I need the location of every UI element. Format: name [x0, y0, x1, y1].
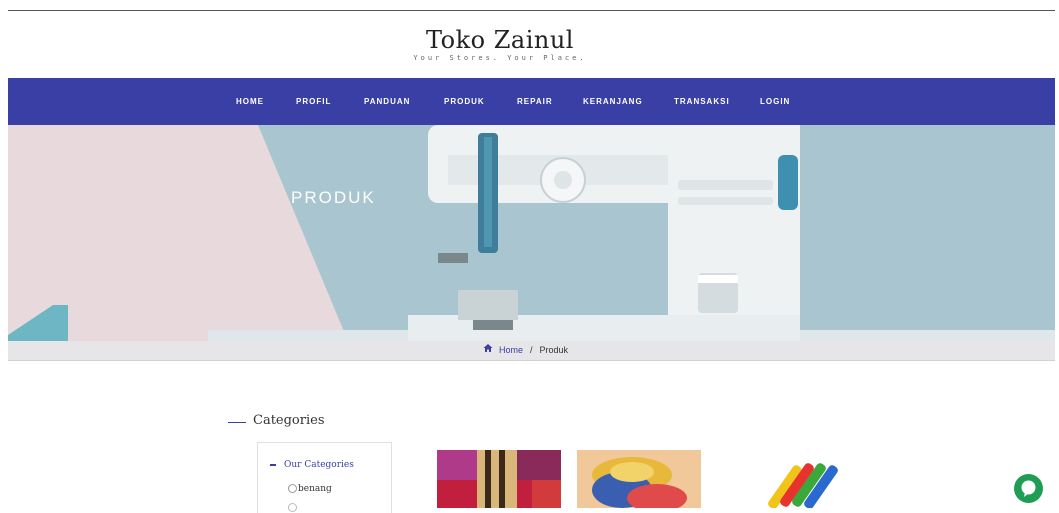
- nav-keranjang[interactable]: KERANJANG: [583, 78, 643, 125]
- categories-panel: Our Categories benang: [257, 442, 392, 513]
- colored-pencils-image: [740, 450, 840, 508]
- categories-heading-rule: [228, 422, 246, 423]
- nav-repair[interactable]: REPAIR: [517, 78, 553, 125]
- nav-login[interactable]: LOGIN: [760, 78, 790, 125]
- site-tagline: Your Stores. Your Place.: [413, 54, 587, 62]
- categories-heading: Categories: [253, 413, 325, 428]
- category-root-item[interactable]: Our Categories: [270, 460, 354, 470]
- nav-transaksi[interactable]: TRANSAKSI: [674, 78, 730, 125]
- chat-button[interactable]: [1014, 474, 1043, 503]
- hero-banner: PRODUK: [8, 125, 1055, 341]
- nav-panduan[interactable]: PANDUAN: [364, 78, 410, 125]
- product-card-pincushion[interactable]: [577, 450, 701, 508]
- breadcrumb-home-link[interactable]: Home: [499, 345, 523, 355]
- category-item-label: benang: [298, 484, 332, 494]
- collapse-dash-icon[interactable]: [270, 463, 276, 466]
- nav-home[interactable]: HOME: [236, 78, 264, 125]
- site-title[interactable]: Toko Zainul: [0, 27, 1000, 53]
- pincushion-image: [577, 450, 701, 508]
- nav-produk[interactable]: PRODUK: [444, 78, 485, 125]
- product-card-thread-spools[interactable]: [437, 450, 561, 508]
- radio-circle-icon[interactable]: [288, 484, 297, 493]
- category-item-benang[interactable]: benang: [288, 484, 332, 494]
- breadcrumb: Home / Produk: [8, 341, 1055, 361]
- sewing-machine-image: [408, 125, 800, 341]
- hero-title: PRODUK: [291, 188, 376, 207]
- chat-bubble-icon: [1021, 480, 1036, 497]
- category-root-label: Our Categories: [284, 460, 354, 470]
- top-divider: [8, 10, 1055, 11]
- nav-profil[interactable]: PROFIL: [296, 78, 331, 125]
- thread-spools-image: [437, 450, 561, 508]
- breadcrumb-trail: Home / Produk: [483, 341, 568, 360]
- main-navbar: HOME PROFIL PANDUAN PRODUK REPAIR KERANJ…: [8, 78, 1055, 125]
- home-icon[interactable]: [483, 341, 493, 360]
- breadcrumb-separator: /: [530, 345, 533, 355]
- product-card-colored-pencils[interactable]: [740, 450, 840, 508]
- brand-header: Toko Zainul Your Stores. Your Place.: [0, 27, 1000, 62]
- breadcrumb-current: Produk: [539, 345, 569, 355]
